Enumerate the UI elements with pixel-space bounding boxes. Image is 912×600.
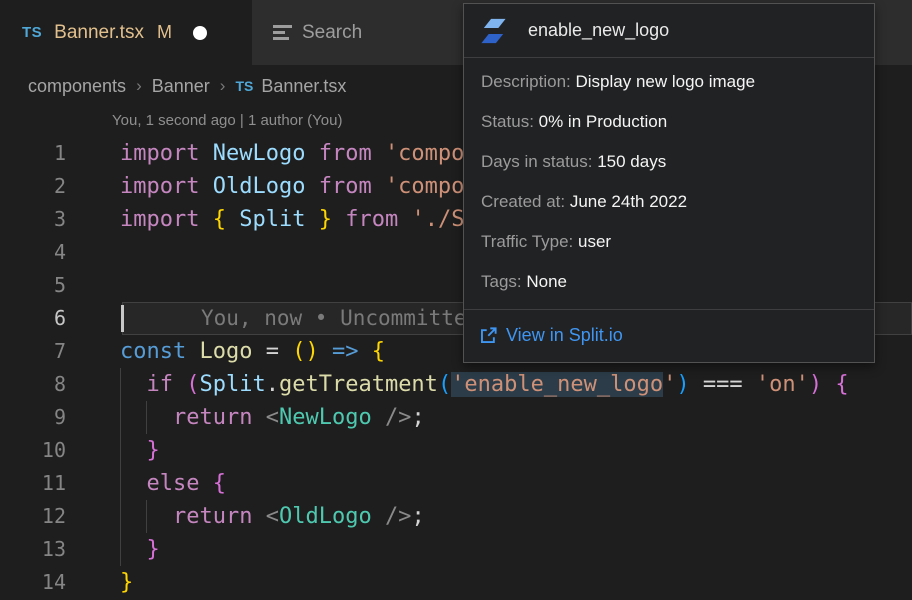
tab-banner-tsx[interactable]: TS Banner.tsx M: [0, 0, 252, 65]
tooltip-row: Days in status: 150 days: [464, 142, 874, 182]
editor-gutter[interactable]: 1234567891011121314: [0, 137, 66, 599]
search-editor-icon: [273, 25, 292, 40]
line-number[interactable]: 5: [0, 269, 66, 302]
line-number[interactable]: 2: [0, 170, 66, 203]
line-number[interactable]: 10: [0, 434, 66, 467]
tooltip-row: Created at: June 24th 2022: [464, 182, 874, 222]
breadcrumb-item[interactable]: components: [28, 76, 126, 97]
code-line-12[interactable]: return <OldLogo />;: [120, 500, 849, 533]
code-line-14[interactable]: }: [120, 566, 849, 599]
line-number[interactable]: 14: [0, 566, 66, 599]
tooltip-rows: Description: Display new logo imageStatu…: [464, 58, 874, 302]
tooltip-row: Traffic Type: user: [464, 222, 874, 262]
tooltip-row: Description: Display new logo image: [464, 62, 874, 102]
unsaved-dot-icon[interactable]: [193, 26, 207, 40]
line-number[interactable]: 12: [0, 500, 66, 533]
feature-flag-tooltip: enable_new_logo Description: Display new…: [463, 3, 875, 363]
vscode-window: TS Banner.tsx M Search components › Banner…: [0, 0, 912, 600]
line-number[interactable]: 3: [0, 203, 66, 236]
breadcrumb-separator-icon: ›: [220, 76, 226, 96]
line-number[interactable]: 11: [0, 467, 66, 500]
external-link-icon: [479, 326, 498, 345]
typescript-file-icon: TS: [235, 78, 253, 94]
line-number[interactable]: 6: [0, 302, 66, 335]
line-number[interactable]: 1: [0, 137, 66, 170]
breadcrumb: components › Banner › TS Banner.tsx: [28, 73, 346, 99]
line-number[interactable]: 4: [0, 236, 66, 269]
line-number[interactable]: 7: [0, 335, 66, 368]
code-line-9[interactable]: return <NewLogo />;: [120, 401, 849, 434]
breadcrumb-item[interactable]: Banner: [152, 76, 210, 97]
line-number[interactable]: 9: [0, 401, 66, 434]
code-line-8[interactable]: if (Split.getTreatment('enable_new_logo'…: [120, 368, 849, 401]
line-number[interactable]: 13: [0, 533, 66, 566]
code-line-13[interactable]: }: [120, 533, 849, 566]
typescript-file-icon: TS: [22, 24, 42, 41]
tooltip-row: Tags: None: [464, 262, 874, 302]
tab-search-label: Search: [302, 22, 362, 44]
breadcrumb-separator-icon: ›: [136, 76, 142, 96]
breadcrumb-item[interactable]: Banner.tsx: [261, 76, 346, 97]
code-line-11[interactable]: else {: [120, 467, 849, 500]
tab-filename: Banner.tsx: [54, 22, 144, 44]
codelens-authors[interactable]: You, 1 second ago | 1 author (You): [112, 112, 342, 129]
code-line-10[interactable]: }: [120, 434, 849, 467]
line-number[interactable]: 8: [0, 368, 66, 401]
git-modified-badge: M: [157, 22, 172, 43]
view-in-split-link[interactable]: View in Split.io: [464, 310, 874, 346]
split-io-logo-icon: [479, 16, 508, 46]
tooltip-row: Status: 0% in Production: [464, 102, 874, 142]
view-in-split-label: View in Split.io: [506, 325, 623, 346]
tooltip-header: enable_new_logo: [464, 4, 874, 58]
feature-flag-name: enable_new_logo: [528, 20, 669, 41]
